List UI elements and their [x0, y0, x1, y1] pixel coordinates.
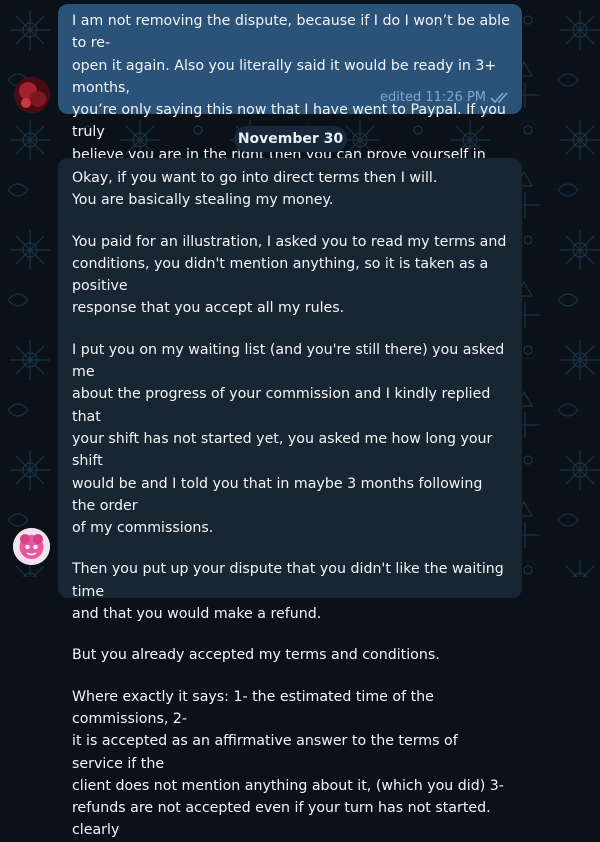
avatar-image	[14, 77, 50, 113]
sender-avatar[interactable]	[13, 528, 50, 565]
date-separator: November 30	[234, 126, 347, 152]
message-meta: edited 11:26 PM	[380, 87, 512, 109]
outgoing-message-bubble[interactable]: I am not removing the dispute, because i…	[58, 4, 522, 207]
message-paragraph: Okay, if you want to go into direct term…	[72, 170, 438, 209]
avatar-image	[13, 528, 50, 565]
message-paragraph: You paid for an illustration, I asked yo…	[72, 233, 507, 317]
contact-avatar[interactable]	[14, 77, 50, 113]
double-check-icon	[490, 92, 508, 104]
message-paragraph: Then you put up your dispute that you di…	[72, 561, 504, 623]
message-paragraph: I put you on my waiting list (and you're…	[72, 341, 505, 537]
message-paragraph: Where exactly it says: 1- the estimated …	[72, 688, 504, 839]
incoming-message-bubble[interactable]: Okay, if you want to go into direct term…	[58, 158, 522, 838]
message-status-time: edited 11:26 PM	[380, 89, 486, 105]
message-paragraph: But you already accepted my terms and co…	[72, 647, 440, 664]
